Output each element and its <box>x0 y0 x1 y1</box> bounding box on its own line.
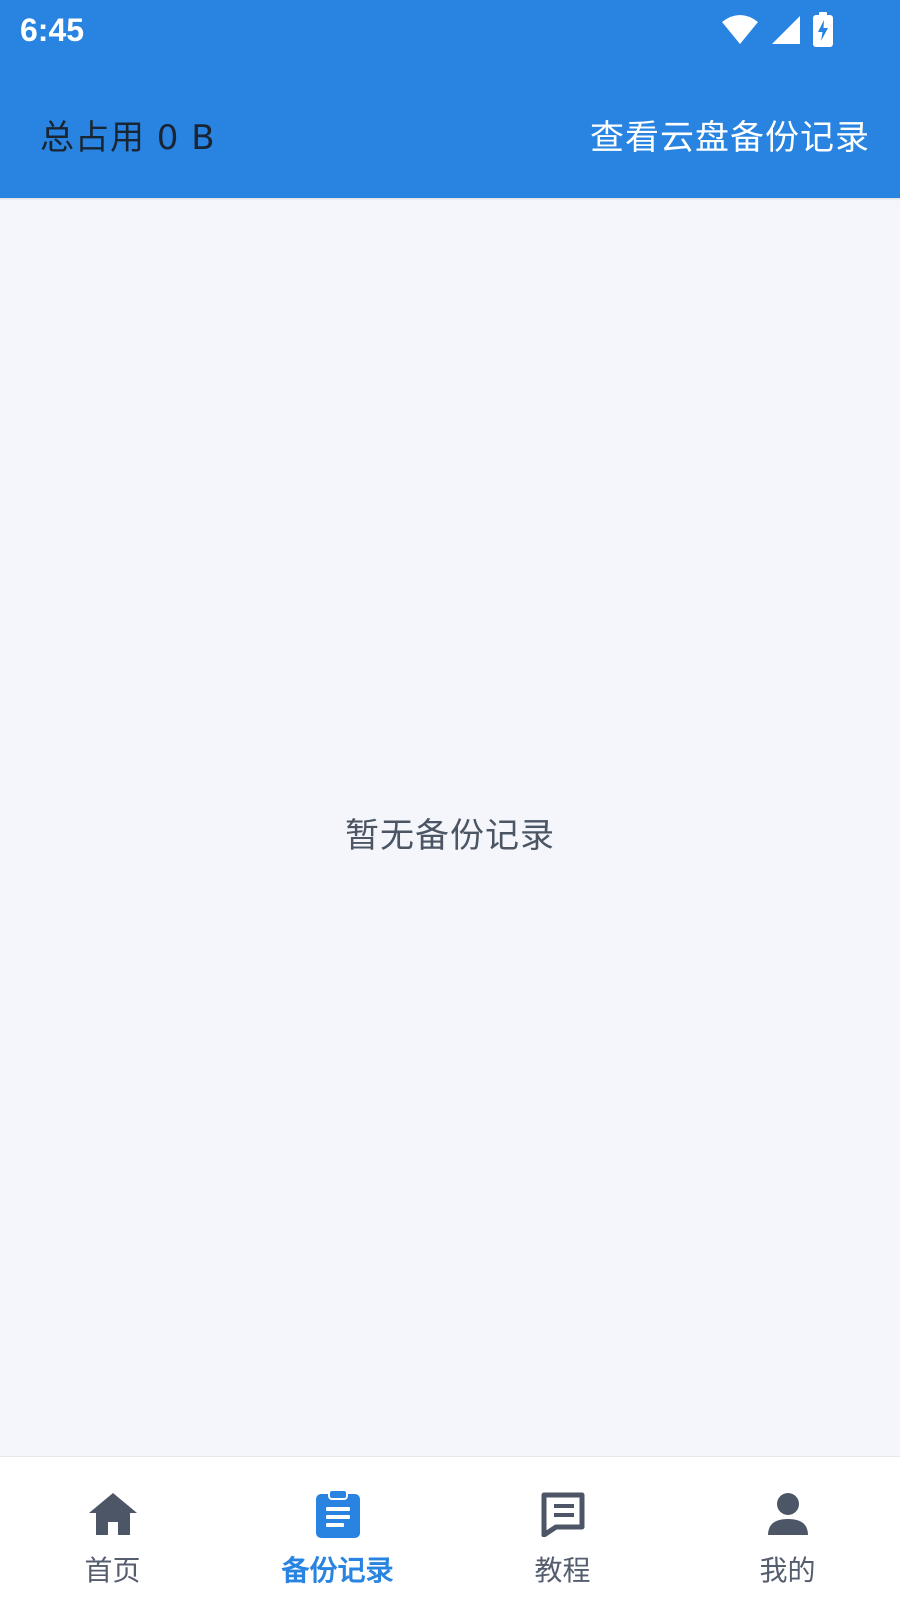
status-time: 6:45 <box>20 12 85 48</box>
clipboard-icon <box>311 1487 365 1541</box>
status-icons <box>720 12 834 48</box>
home-icon <box>86 1487 140 1541</box>
empty-state-message: 暂无备份记录 <box>345 816 555 856</box>
wifi-icon <box>720 14 760 46</box>
nav-label-backup-records: 备份记录 <box>281 1554 394 1587</box>
total-storage-label: 总占用 0 B <box>40 118 216 158</box>
nav-label-home: 首页 <box>84 1554 141 1587</box>
document-icon <box>536 1487 590 1541</box>
nav-label-tutorial: 教程 <box>534 1554 591 1587</box>
battery-charging-icon <box>812 12 834 48</box>
app-header: 6:45 总占用 0 B 查看云盘备份记录 <box>0 0 900 198</box>
person-icon <box>761 1487 815 1541</box>
backup-records-screen: 6:45 总占用 0 B 查看云盘备份记录 暂无备份记录 首页 备份记录 教程 … <box>0 0 900 1600</box>
view-cloud-backup-link[interactable]: 查看云盘备份记录 <box>590 110 870 159</box>
nav-item-home[interactable]: 首页 <box>0 1457 225 1600</box>
nav-label-profile: 我的 <box>759 1554 816 1587</box>
nav-item-profile[interactable]: 我的 <box>675 1457 900 1600</box>
status-bar: 6:45 <box>0 0 900 64</box>
bottom-navigation: 首页 备份记录 教程 我的 <box>0 1456 900 1600</box>
backup-list-area: 暂无备份记录 <box>0 198 900 1456</box>
cellular-signal-icon <box>770 14 802 46</box>
header-row: 总占用 0 B 查看云盘备份记录 <box>0 92 900 172</box>
nav-item-backup-records[interactable]: 备份记录 <box>225 1457 450 1600</box>
nav-item-tutorial[interactable]: 教程 <box>450 1457 675 1600</box>
